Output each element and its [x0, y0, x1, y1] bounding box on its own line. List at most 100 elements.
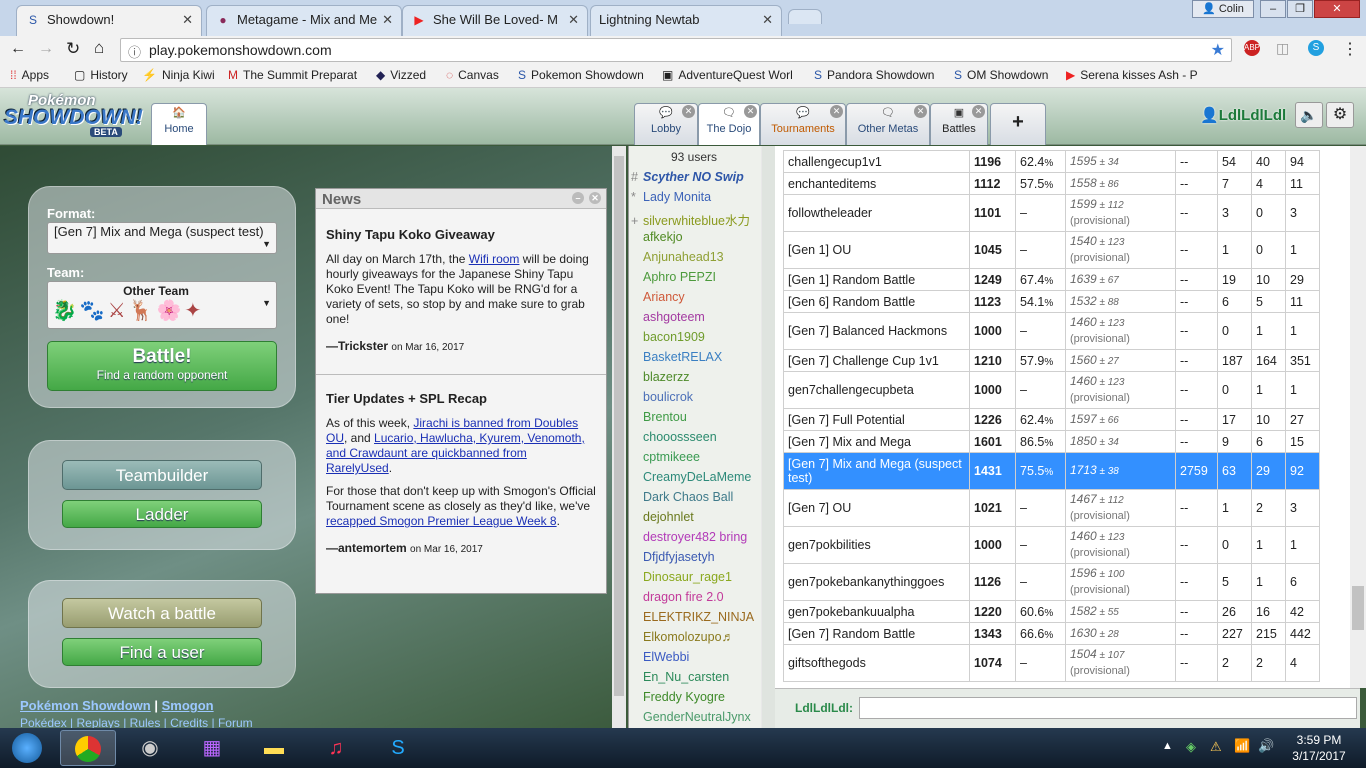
user-list-item[interactable]: Dfjdfyjasetyh — [631, 550, 759, 564]
user-list-item[interactable]: Aphro PEPZI — [631, 270, 759, 284]
home-icon[interactable]: ⌂ — [94, 38, 104, 58]
browser-tab-youtube[interactable]: ▶ She Will Be Loved- M ✕ — [402, 5, 588, 36]
close-icon[interactable]: ✕ — [914, 105, 927, 118]
profile-badge[interactable]: 👤 Colin — [1192, 0, 1254, 18]
ladder-row[interactable]: [Gen 1] Random Battle 1249 67.4% 1639 ± 67-… — [783, 268, 1320, 291]
scrollbar-thumb[interactable] — [614, 156, 624, 696]
close-icon[interactable]: ✕ — [382, 12, 393, 28]
user-list-item[interactable]: Anjunahead13 — [631, 250, 759, 264]
user-list-item[interactable]: CreamyDeLaMeme — [631, 470, 759, 484]
link-smogon[interactable]: Smogon — [162, 698, 214, 713]
user-list-item[interactable]: chooossseen — [631, 430, 759, 444]
ladder-button[interactable]: Ladder — [62, 500, 262, 528]
news-link[interactable]: recapped Smogon Premier League Week 8 — [326, 514, 557, 528]
ladder-row[interactable]: [Gen 1] OU 1045–1540 ± 123 (provisional) --… — [783, 231, 1320, 269]
tab-other-metas[interactable]: 🗨 Other Metas ✕ — [846, 103, 930, 145]
ladder-row[interactable]: [Gen 7] Balanced Hackmons 1000–1460 ± 123… — [783, 312, 1320, 350]
news-link[interactable]: Wifi room — [469, 252, 520, 266]
scrollbar-thumb[interactable] — [1352, 586, 1364, 630]
browser-tab-newtab[interactable]: Lightning Newtab ✕ — [590, 5, 782, 36]
ladder-row[interactable]: followtheleader 1101–1599 ± 112 (provision… — [783, 194, 1320, 232]
user-list-item[interactable]: ElWebbi — [631, 650, 759, 664]
bookmark-adventurequest[interactable]: ▣ AdventureQuest Worl — [662, 68, 793, 82]
minimize-button[interactable]: – — [1260, 0, 1286, 18]
bookmark-history[interactable]: ▢ History — [74, 68, 128, 82]
user-list-item[interactable]: ELEKTRIKZ_NINJA — [631, 610, 759, 624]
maximize-button[interactable]: ❐ — [1287, 0, 1313, 18]
bookmark-serena[interactable]: ▶ Serena kisses Ash - P — [1066, 68, 1206, 82]
user-list-item[interactable]: Elkomolozupo♬ — [631, 630, 759, 644]
ladder-row[interactable]: giftsofthegods 1074–1504 ± 107 (provisiona… — [783, 644, 1320, 682]
main-scrollbar[interactable] — [612, 146, 626, 728]
user-list-item[interactable]: GenderNeutralJynx — [631, 710, 759, 724]
window-close-button[interactable]: ✕ — [1314, 0, 1360, 18]
ladder-scrollbar[interactable] — [1350, 146, 1366, 688]
user-list-item[interactable]: BasketRELAX — [631, 350, 759, 364]
ladder-row[interactable]: gen7challengecupbeta 1000–1460 ± 123 (prov… — [783, 371, 1320, 409]
skype-extension-icon[interactable]: S — [1308, 40, 1324, 56]
new-tab-button[interactable] — [788, 9, 822, 24]
bookmark-star-icon[interactable]: ★ — [1211, 40, 1225, 60]
close-icon[interactable]: ✕ — [744, 105, 757, 118]
address-bar[interactable]: ⓘ play.pokemonshowdown.com ★ — [120, 38, 1232, 62]
bookmark-ninja-kiwi[interactable]: ⚡ Ninja Kiwi — [142, 68, 215, 82]
user-list-item[interactable]: boulicrok — [631, 390, 759, 404]
close-icon[interactable]: ✕ — [568, 12, 579, 28]
bookmark-pokemon-showdown[interactable]: S Pokemon Showdown — [518, 68, 644, 82]
user-list-item[interactable]: blazerzz — [631, 370, 759, 384]
user-list-item[interactable]: cptmikeee — [631, 450, 759, 464]
emulator-taskbar-icon[interactable]: ▦ — [184, 730, 240, 766]
network-icon[interactable]: 📶 — [1234, 738, 1250, 754]
bookmark-vizzed[interactable]: ◆ Vizzed — [376, 68, 426, 82]
start-button[interactable] — [2, 730, 52, 766]
user-list-item[interactable]: Dark Chaos Ball — [631, 490, 759, 504]
ladder-row[interactable]: [Gen 7] Random Battle 1343 66.6% 1630 ± 28-… — [783, 622, 1320, 645]
user-list-item[interactable]: + silverwhiteblue水力 — [631, 210, 759, 229]
tray-app-icon[interactable]: ◈ — [1186, 739, 1196, 755]
tab-battles[interactable]: ▣ Battles ✕ — [930, 103, 988, 145]
browser-tab-showdown[interactable]: S Showdown! ✕ — [16, 5, 202, 36]
tray-security-icon[interactable]: ⚠ — [1210, 739, 1222, 755]
chrome-taskbar-icon[interactable] — [60, 730, 116, 766]
find-user-button[interactable]: Find a user — [62, 638, 262, 666]
ladder-row[interactable]: [Gen 7] Mix and Mega (suspect test) 1431 7… — [783, 452, 1320, 490]
adblock-icon[interactable]: ABP — [1244, 40, 1260, 56]
bookmark-apps[interactable]: ⁞⁞ Apps — [10, 68, 49, 82]
link-pokemon-showdown[interactable]: Pokémon Showdown — [20, 698, 151, 713]
ladder-row[interactable]: [Gen 7] Challenge Cup 1v1 1210 57.9% 1560 ±… — [783, 349, 1320, 372]
ladder-row[interactable]: [Gen 7] Mix and Mega 1601 86.5% 1850 ± 34 --… — [783, 430, 1320, 453]
bookmark-summit[interactable]: M The Summit Preparat — [228, 68, 357, 82]
battle-button[interactable]: Battle! Find a random opponent — [47, 341, 277, 391]
forward-icon[interactable]: → — [38, 40, 54, 58]
user-list-item[interactable]: Brentou — [631, 410, 759, 424]
tab-lobby[interactable]: 💬 Lobby ✕ — [634, 103, 698, 145]
ladder-row[interactable]: gen7pokebankuualpha 1220 60.6% 1582 ± 55 -- 2… — [783, 600, 1320, 623]
user-list-item[interactable]: * Lady Monita — [631, 190, 759, 204]
tab-tournaments[interactable]: 💬 Tournaments ✕ — [760, 103, 846, 145]
ladder-row[interactable]: [Gen 7] Full Potential 1226 62.4% 1597 ± 66… — [783, 408, 1320, 431]
close-icon[interactable]: ✕ — [182, 12, 193, 28]
new-room-button[interactable]: + — [990, 103, 1046, 145]
ladder-row[interactable]: enchanteditems 1112 57.5% 1558 ± 86 -- 7 4 11 — [783, 172, 1320, 195]
user-list-item[interactable]: Dinosaur_rage1 — [631, 570, 759, 584]
close-icon[interactable]: ✕ — [972, 105, 985, 118]
user-list-item[interactable]: bacon1909 — [631, 330, 759, 344]
format-select[interactable]: [Gen 7] Mix and Mega (suspect test) ▼ — [47, 222, 277, 254]
teambuilder-button[interactable]: Teambuilder — [62, 460, 262, 490]
chat-input[interactable] — [859, 697, 1357, 719]
browser-tab-metagame[interactable]: ● Metagame - Mix and Me ✕ — [206, 5, 402, 36]
bookmark-canvas[interactable]: ◌ Canvas — [446, 68, 499, 82]
minimize-icon[interactable]: – — [572, 192, 584, 204]
ladder-row[interactable]: [Gen 6] Random Battle 1123 54.1% 1532 ± 88-… — [783, 290, 1320, 313]
ladder-row[interactable]: gen7pokbilities 1000–1460 ± 123 (provision… — [783, 526, 1320, 564]
sound-icon[interactable]: 🔈 — [1295, 102, 1323, 128]
menu-icon[interactable]: ⋮ — [1342, 39, 1358, 59]
user-list-item[interactable]: Ariancy — [631, 290, 759, 304]
clock[interactable]: 3:59 PM 3/17/2017 — [1284, 732, 1354, 764]
volume-icon[interactable]: 🔊 — [1258, 738, 1274, 754]
close-icon[interactable]: ✕ — [682, 105, 695, 118]
bookmark-pandora-showdown[interactable]: S Pandora Showdown — [814, 68, 934, 82]
ladder-row[interactable]: [Gen 7] OU 1021–1467 ± 112 (provisional) --… — [783, 489, 1320, 527]
reload-icon[interactable]: ↻ — [66, 39, 80, 59]
back-icon[interactable]: ← — [10, 40, 26, 58]
